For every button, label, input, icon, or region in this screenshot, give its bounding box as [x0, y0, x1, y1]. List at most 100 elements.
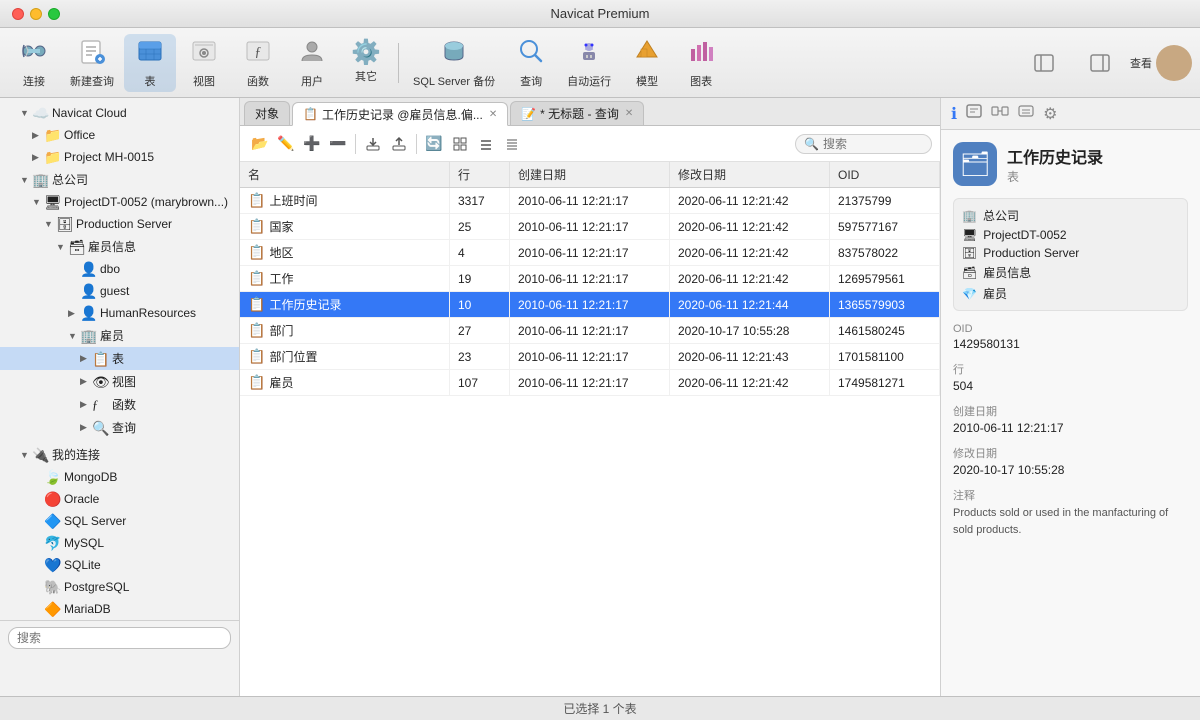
other-button[interactable]: ⚙️ 其它 [340, 34, 392, 92]
sidebar-item-views[interactable]: ▶ 👁 视图 [0, 370, 239, 393]
sidebar-item-office[interactable]: ▶ 📁 Office [0, 124, 239, 146]
detail-view-button[interactable] [500, 132, 524, 156]
table-label: 表 [145, 73, 156, 89]
sqlserver-backup-button[interactable]: SQL Server 备份 [405, 34, 503, 92]
sidebar-item-total-company[interactable]: ▼ 🏢 总公司 [0, 168, 239, 191]
connect-button[interactable]: 连接 [8, 34, 60, 92]
table-button[interactable]: 表 [124, 34, 176, 92]
cell-modified: 2020-06-11 12:21:42 [670, 188, 830, 214]
chart-label: 图表 [690, 73, 712, 89]
cell-rows: 107 [450, 370, 510, 396]
table-row[interactable]: 📋工作历史记录 10 2010-06-11 12:21:17 2020-06-1… [240, 292, 940, 318]
sidebar-item-sqlite[interactable]: 💙 SQLite [0, 554, 239, 576]
sidebar-item-navicat-cloud[interactable]: ▼ ☁️ Navicat Cloud [0, 102, 239, 124]
add-button[interactable]: ➕ [300, 132, 324, 156]
rp-modified-value: 2020-10-17 10:55:28 [953, 463, 1188, 477]
function-label: 函数 [247, 73, 269, 89]
tab-query-close[interactable]: ✕ [625, 108, 633, 119]
sidebar-item-mongodb[interactable]: 🍃 MongoDB [0, 466, 239, 488]
delete-button[interactable]: ➖ [326, 132, 350, 156]
rp-note-value: Products sold or used in the manfacturin… [953, 505, 1188, 538]
traffic-lights [12, 8, 60, 20]
chart-button[interactable]: 图表 [675, 34, 727, 92]
table-row[interactable]: 📋上班时间 3317 2010-06-11 12:21:17 2020-06-1… [240, 188, 940, 214]
new-query-icon [78, 37, 106, 70]
query-button[interactable]: 查询 [505, 34, 557, 92]
function-button[interactable]: ƒ 函数 [232, 34, 284, 92]
rp-created-label: 创建日期 [953, 403, 1188, 419]
object-search-input[interactable] [823, 137, 923, 151]
table-row[interactable]: 📋雇员 107 2010-06-11 12:21:17 2020-06-11 1… [240, 370, 940, 396]
cell-modified: 2020-06-11 12:21:42 [670, 370, 830, 396]
sidebar-item-oracle[interactable]: 🔴 Oracle [0, 488, 239, 510]
export-button[interactable] [361, 132, 385, 156]
user-icon [298, 37, 326, 70]
content-area: 对象 📋 工作历史记录 @雇员信息.偏... ✕ 📝 * 无标题 - 查询 ✕ … [240, 98, 940, 696]
close-button[interactable] [12, 8, 24, 20]
rp-rows-label: 行 [953, 361, 1188, 377]
sidebar-search-input[interactable] [8, 627, 231, 649]
minimize-button[interactable] [30, 8, 42, 20]
rp-tab-preview[interactable] [1015, 100, 1037, 127]
tab-work-history[interactable]: 📋 工作历史记录 @雇员信息.偏... ✕ [292, 102, 508, 126]
cell-rows: 23 [450, 344, 510, 370]
sidebar-item-my-connections[interactable]: ▼ 🔌 我的连接 [0, 443, 239, 466]
panel-toggle-left[interactable] [1018, 34, 1070, 92]
cell-created: 2010-06-11 12:21:17 [510, 292, 670, 318]
model-icon [633, 37, 661, 70]
grid-view-button[interactable] [448, 132, 472, 156]
data-table: 名 行 创建日期 修改日期 OID 📋上班时间 3317 2010-06-11 … [240, 162, 940, 396]
view-button[interactable]: 视图 [178, 34, 230, 92]
rp-tab-info[interactable]: ℹ [949, 102, 959, 126]
list-view-button[interactable] [474, 132, 498, 156]
panel-toggle-right[interactable] [1074, 34, 1126, 92]
right-panel: ℹ ⚙ 🗂 工作历史记录 表 🏢 [940, 98, 1200, 696]
cell-name: 📋工作历史记录 [240, 292, 450, 318]
table-row[interactable]: 📋部门位置 23 2010-06-11 12:21:17 2020-06-11 … [240, 344, 940, 370]
sidebar-item-queries[interactable]: ▶ 🔍 查询 [0, 416, 239, 439]
import-button[interactable] [387, 132, 411, 156]
sidebar-item-mysql[interactable]: 🐬 MySQL [0, 532, 239, 554]
table-row[interactable]: 📋工作 19 2010-06-11 12:21:17 2020-06-11 12… [240, 266, 940, 292]
sidebar-item-project-mh[interactable]: ▶ 📁 Project MH-0015 [0, 146, 239, 168]
sidebar-item-employees[interactable]: ▼ 🏢 雇员 [0, 324, 239, 347]
sidebar-item-employee-info[interactable]: ▼ 🗃 雇员信息 [0, 235, 239, 258]
model-button[interactable]: 模型 [621, 34, 673, 92]
employees-icon: 🏢 [80, 328, 96, 344]
sidebar-item-humanresources[interactable]: ▶ 👤 HumanResources [0, 302, 239, 324]
auto-run-button[interactable]: 自动运行 [559, 34, 619, 92]
sidebar-item-postgresql[interactable]: 🐘 PostgreSQL [0, 576, 239, 598]
query-label: 查询 [520, 73, 542, 89]
tab-bar: 对象 📋 工作历史记录 @雇员信息.偏... ✕ 📝 * 无标题 - 查询 ✕ [240, 98, 940, 126]
rp-tab-er[interactable] [989, 100, 1011, 127]
open-folder-button[interactable]: 📂 [248, 132, 272, 156]
tab-untitled-query[interactable]: 📝 * 无标题 - 查询 ✕ [510, 101, 644, 125]
sidebar-item-dbo[interactable]: 👤 dbo [0, 258, 239, 280]
rp-modified-label: 修改日期 [953, 445, 1188, 461]
sidebar-item-guest[interactable]: 👤 guest [0, 280, 239, 302]
rp-tab-settings[interactable]: ⚙ [1041, 102, 1059, 126]
sidebar-item-tables[interactable]: ▶ 📋 表 [0, 347, 239, 370]
sidebar-item-projectdt[interactable]: ▼ 🖥 ProjectDT-0052 (marybrown...) [0, 191, 239, 213]
sidebar-item-functions[interactable]: ▶ ƒ 函数 [0, 393, 239, 416]
table-row[interactable]: 📋部门 27 2010-06-11 12:21:17 2020-10-17 10… [240, 318, 940, 344]
new-query-button[interactable]: 新建查询 [62, 34, 122, 92]
tab-work-history-close[interactable]: ✕ [489, 109, 497, 120]
sidebar-item-sqlserver[interactable]: 🔷 SQL Server [0, 510, 239, 532]
cell-modified: 2020-06-11 12:21:42 [670, 266, 830, 292]
maximize-button[interactable] [48, 8, 60, 20]
function-icon: ƒ [244, 37, 272, 70]
table-row[interactable]: 📋地区 4 2010-06-11 12:21:17 2020-06-11 12:… [240, 240, 940, 266]
sidebar-item-mariadb[interactable]: 🔶 MariaDB [0, 598, 239, 620]
table-row[interactable]: 📋国家 25 2010-06-11 12:21:17 2020-06-11 12… [240, 214, 940, 240]
sidebar-item-production-server[interactable]: ▼ 🗄 Production Server [0, 213, 239, 235]
rp-header: 🗂 工作历史记录 表 [953, 142, 1188, 186]
arrow-icon: ▶ [80, 399, 92, 410]
refresh-button[interactable]: 🔄 [422, 132, 446, 156]
rp-tab-ddl[interactable] [963, 100, 985, 127]
edit-button[interactable]: ✏️ [274, 132, 298, 156]
tab-object[interactable]: 对象 [244, 101, 290, 125]
arrow-icon: ▶ [80, 376, 92, 387]
arrow-icon: ▼ [20, 450, 32, 460]
user-button[interactable]: 用户 [286, 34, 338, 92]
